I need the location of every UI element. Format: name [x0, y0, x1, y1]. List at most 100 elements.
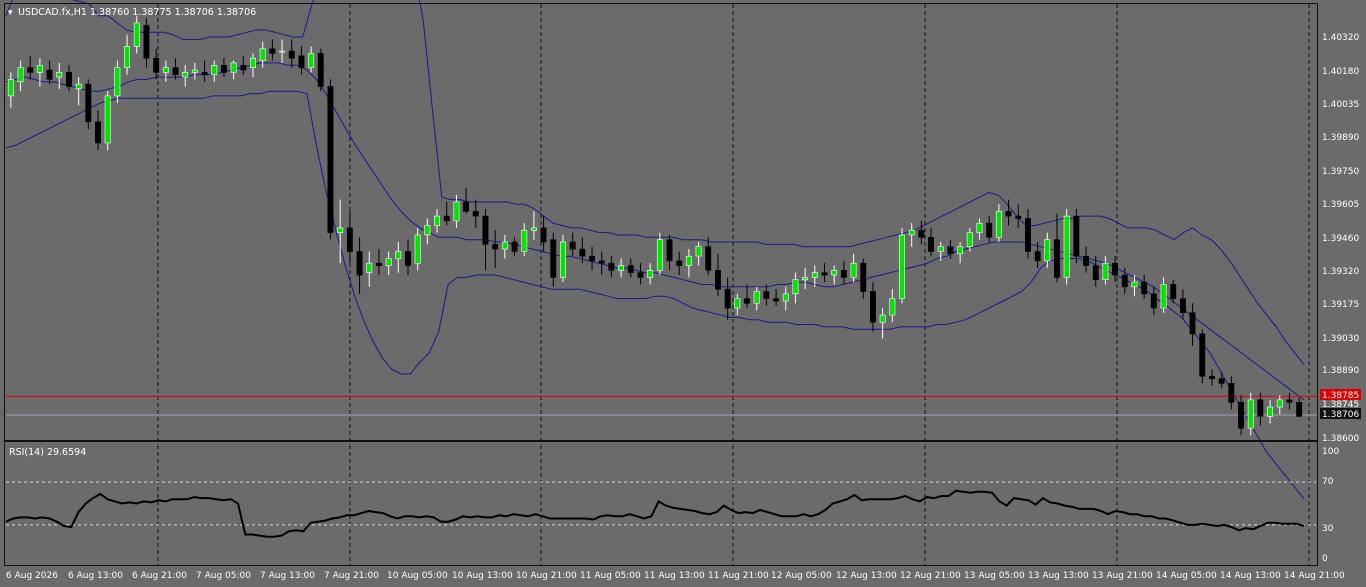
candle-body — [95, 121, 102, 144]
candle-body — [279, 50, 285, 53]
candle-body — [1170, 284, 1177, 299]
price-tick-label: 1.39605 — [1322, 200, 1359, 210]
time-tick-label: 6 Aug 2026 — [6, 571, 58, 581]
rsi-level-label: 70 — [1322, 477, 1334, 487]
candle-body — [56, 72, 63, 78]
trading-chart-window[interactable]: ▾ USDCAD.fx,H1 1.38760 1.38775 1.38706 1… — [0, 0, 1366, 583]
candle-body — [879, 314, 886, 323]
time-tick-label: 12 Aug 13:00 — [836, 571, 897, 581]
time-tick-label: 10 Aug 13:00 — [452, 571, 513, 581]
candle-body — [36, 65, 43, 73]
candle-body — [1083, 255, 1090, 266]
candle-body — [259, 48, 266, 61]
candle-body — [1054, 239, 1060, 278]
candle-body — [288, 50, 295, 59]
candle-body — [75, 83, 82, 90]
time-axis[interactable]: 6 Aug 2026 6 Aug 13:00 6 Aug 21:00 7 Aug… — [6, 571, 1345, 581]
time-tick-label: 14 Aug 21:00 — [1284, 571, 1345, 581]
price-tick-label: 1.38890 — [1322, 366, 1359, 376]
time-tick-label: 14 Aug 13:00 — [1220, 571, 1281, 581]
candle-body — [918, 229, 925, 238]
candle-body — [666, 239, 673, 262]
candle-body — [589, 255, 596, 262]
candle — [1063, 209, 1070, 285]
candle-body — [811, 272, 818, 278]
candle-body — [492, 244, 499, 250]
candle-body — [201, 72, 208, 76]
candle-body — [540, 227, 547, 243]
symbol-info-label: USDCAD.fx,H1 1.38760 1.38775 1.38706 1.3… — [18, 7, 256, 18]
candle-body — [104, 95, 111, 144]
candle-body — [17, 67, 24, 82]
candle-body — [734, 298, 741, 309]
candle-body — [153, 57, 160, 73]
candle-body — [753, 291, 760, 304]
time-tick-label: 10 Aug 05:00 — [387, 571, 448, 581]
candle-body — [850, 262, 857, 278]
candle-body — [957, 246, 964, 255]
candle-body — [7, 79, 14, 97]
price-tick-label: 1.39460 — [1322, 234, 1359, 244]
candle-body — [85, 83, 92, 123]
candle-body — [211, 65, 218, 76]
time-tick-label: 11 Aug 05:00 — [580, 571, 641, 581]
price-tick-label: 1.40035 — [1322, 100, 1359, 110]
candle-body — [1025, 218, 1031, 252]
candle-body — [327, 86, 334, 233]
price-tick-label: 1.39890 — [1322, 133, 1359, 143]
candle-body — [143, 24, 150, 59]
candle-body — [133, 22, 140, 47]
candle-body — [240, 65, 247, 71]
candle-body — [1276, 399, 1283, 408]
candle-body — [356, 251, 363, 276]
candle-body — [269, 48, 276, 54]
candle-body — [792, 279, 799, 295]
price-tick-label: 1.39320 — [1322, 267, 1359, 277]
candle-body — [1209, 376, 1215, 380]
candle-body — [27, 67, 34, 73]
candle-body — [928, 237, 935, 252]
candle-body — [162, 67, 169, 73]
candle-body — [66, 72, 72, 87]
candle-body — [685, 255, 692, 266]
candle-body — [511, 241, 518, 252]
candle-body — [1131, 281, 1138, 288]
candle-body — [443, 215, 450, 222]
candle-body — [598, 260, 605, 264]
candle-body — [986, 222, 993, 238]
candle-body — [221, 65, 227, 73]
symbol-menu-arrow-icon[interactable]: ▾ — [8, 8, 13, 18]
candle-body — [840, 269, 847, 278]
candle-body — [424, 225, 431, 236]
candle-body — [1189, 312, 1196, 335]
chart-canvas[interactable]: ▾ USDCAD.fx,H1 1.38760 1.38775 1.38706 1… — [0, 0, 1366, 583]
candle-body — [530, 227, 537, 231]
candle-body — [434, 215, 440, 226]
candle-body — [724, 288, 731, 309]
price-tick-label: 1.40180 — [1322, 67, 1359, 77]
candle-body — [1073, 215, 1080, 257]
time-tick-label: 7 Aug 21:00 — [324, 571, 379, 581]
candle-body — [995, 211, 1002, 238]
candle-body — [1296, 401, 1303, 417]
candle-body — [1150, 293, 1157, 309]
candle-body — [889, 298, 896, 316]
candle-body — [395, 251, 402, 259]
candle — [104, 91, 111, 151]
candle-body — [1044, 239, 1051, 262]
time-tick-label: 13 Aug 05:00 — [964, 571, 1025, 581]
candle-body — [385, 258, 392, 266]
candle-body — [1015, 215, 1022, 219]
price-tick-label: 1.39175 — [1322, 300, 1359, 310]
price-tick-label: 1.39030 — [1322, 334, 1359, 344]
candle-body — [744, 298, 751, 304]
candle-body — [404, 251, 411, 266]
candle-body — [1102, 262, 1109, 281]
candle-body — [1218, 378, 1225, 384]
candle-body — [821, 272, 828, 276]
time-tick-label: 11 Aug 21:00 — [708, 571, 769, 581]
candle-body — [656, 239, 663, 271]
candle-body — [976, 222, 983, 233]
candle — [327, 79, 334, 240]
candle-body — [550, 239, 557, 278]
